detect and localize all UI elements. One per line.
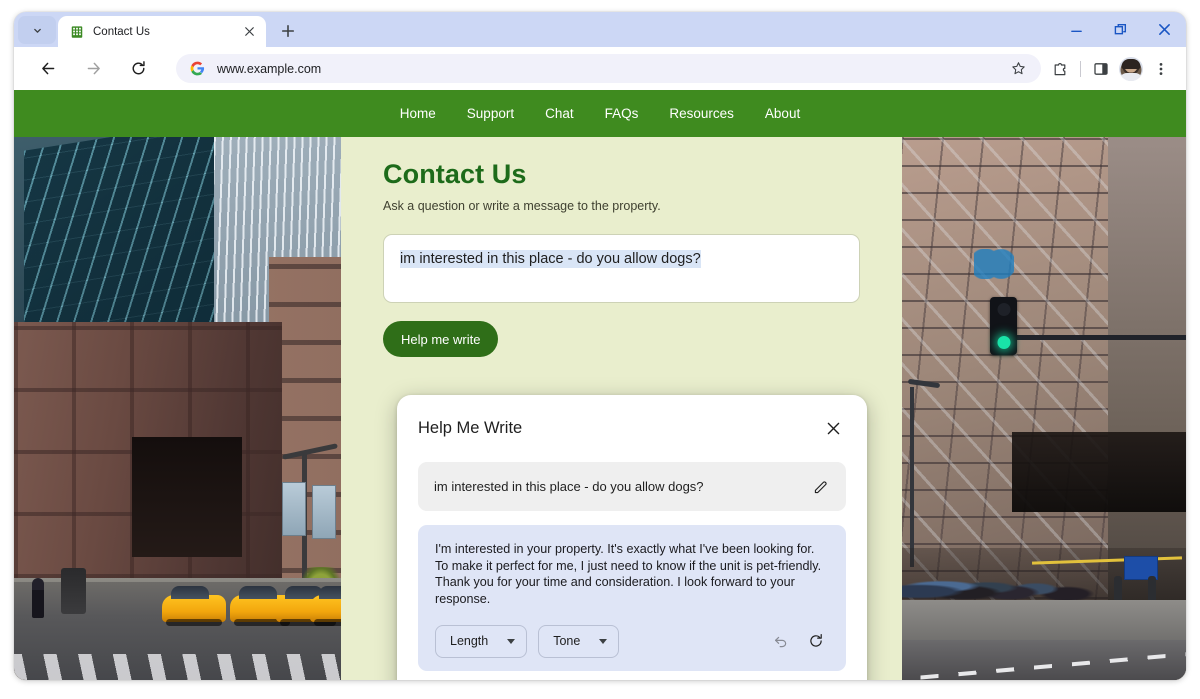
google-g-icon [190, 61, 205, 76]
minimize-icon [1070, 30, 1082, 33]
extensions-button[interactable] [1045, 54, 1075, 84]
side-panel-icon [1094, 62, 1108, 75]
dialog-close-button[interactable] [820, 415, 846, 441]
nav-item-chat[interactable]: Chat [545, 106, 574, 121]
help-me-write-button[interactable]: Help me write [383, 321, 499, 357]
undo-arrow-icon [774, 637, 787, 648]
restore-icon [1114, 23, 1126, 35]
nav-item-home[interactable]: Home [400, 106, 436, 121]
back-arrow-icon [41, 62, 54, 75]
pencil-icon [814, 480, 827, 493]
bookmark-button[interactable] [1007, 58, 1029, 80]
building-grid-icon [71, 25, 83, 38]
nav-item-about[interactable]: About [765, 106, 800, 121]
forward-arrow-icon [87, 62, 100, 75]
nav-item-support[interactable]: Support [467, 106, 514, 121]
building-photo-left [14, 137, 341, 680]
dialog-title: Help Me Write [418, 418, 523, 437]
dialog-header: Help Me Write [418, 415, 846, 441]
tab-search-button[interactable] [18, 16, 56, 44]
extensions-puzzle-icon [1054, 62, 1066, 75]
site-nav: Home Support Chat FAQs Resources About [14, 90, 1186, 137]
result-controls: Length Tone [435, 624, 829, 658]
refresh-icon [810, 634, 822, 648]
profile-avatar[interactable] [1119, 56, 1143, 81]
browser-tab[interactable]: Contact Us [58, 16, 266, 47]
page-title: Contact Us [383, 159, 527, 189]
generated-result-card: I'm interested in your property. It's ex… [418, 525, 846, 671]
chevron-down-icon [33, 28, 41, 33]
message-text-selected: im interested in this place - do you all… [400, 250, 701, 268]
forward-button[interactable] [77, 53, 109, 85]
avatar-hair [1121, 58, 1141, 69]
chevron-down-icon [507, 638, 516, 644]
retry-button[interactable] [803, 628, 829, 654]
restore-button[interactable] [1098, 12, 1142, 47]
chevron-down-icon [599, 638, 608, 644]
close-window-button[interactable] [1142, 12, 1186, 47]
toolbar-divider [1080, 60, 1081, 77]
traffic-light [990, 297, 1017, 355]
tab-title: Contact Us [93, 25, 150, 38]
browser-window: Contact Us www.example.com Home Support … [14, 12, 1186, 680]
minimize-button[interactable] [1054, 12, 1098, 47]
nav-item-resources[interactable]: Resources [669, 106, 734, 121]
tab-close-button[interactable] [241, 24, 257, 40]
chrome-menu-button[interactable] [1146, 54, 1176, 84]
close-icon [244, 27, 254, 36]
reload-button[interactable] [122, 53, 154, 85]
tone-label: Tone [553, 634, 581, 649]
building-photo-right [902, 137, 1186, 680]
generated-text: I'm interested in your property. It's ex… [435, 542, 822, 607]
url-text: www.example.com [217, 61, 322, 76]
browser-toolbar: www.example.com [14, 47, 1186, 90]
page-subtitle: Ask a question or write a message to the… [383, 199, 661, 213]
undo-button[interactable] [768, 628, 794, 654]
reload-icon [132, 61, 145, 75]
more-vertical-icon [1159, 62, 1163, 75]
avatar-shirt [1119, 72, 1143, 81]
close-icon [827, 422, 839, 434]
plus-icon [281, 24, 295, 38]
prompt-text: im interested in this place - do you all… [434, 479, 704, 494]
new-tab-button[interactable] [274, 17, 302, 45]
star-icon [1011, 62, 1025, 75]
side-panel-button[interactable] [1086, 54, 1116, 84]
tab-strip: Contact Us [14, 12, 1186, 47]
edit-prompt-button[interactable] [810, 476, 832, 498]
close-icon [1158, 24, 1170, 35]
prompt-field[interactable]: im interested in this place - do you all… [418, 462, 846, 511]
length-dropdown[interactable]: Length [435, 624, 528, 658]
window-controls [1054, 12, 1186, 47]
nav-item-faqs[interactable]: FAQs [605, 106, 639, 121]
length-label: Length [450, 634, 489, 649]
message-textarea[interactable]: im interested in this place - do you all… [383, 234, 860, 303]
tone-dropdown[interactable]: Tone [538, 624, 620, 658]
help-me-write-dialog: Help Me Write im interested in this plac… [397, 395, 867, 680]
web-page: Home Support Chat FAQs Resources About C… [14, 90, 1186, 680]
back-button[interactable] [32, 53, 64, 85]
address-bar[interactable]: www.example.com [176, 54, 1041, 83]
